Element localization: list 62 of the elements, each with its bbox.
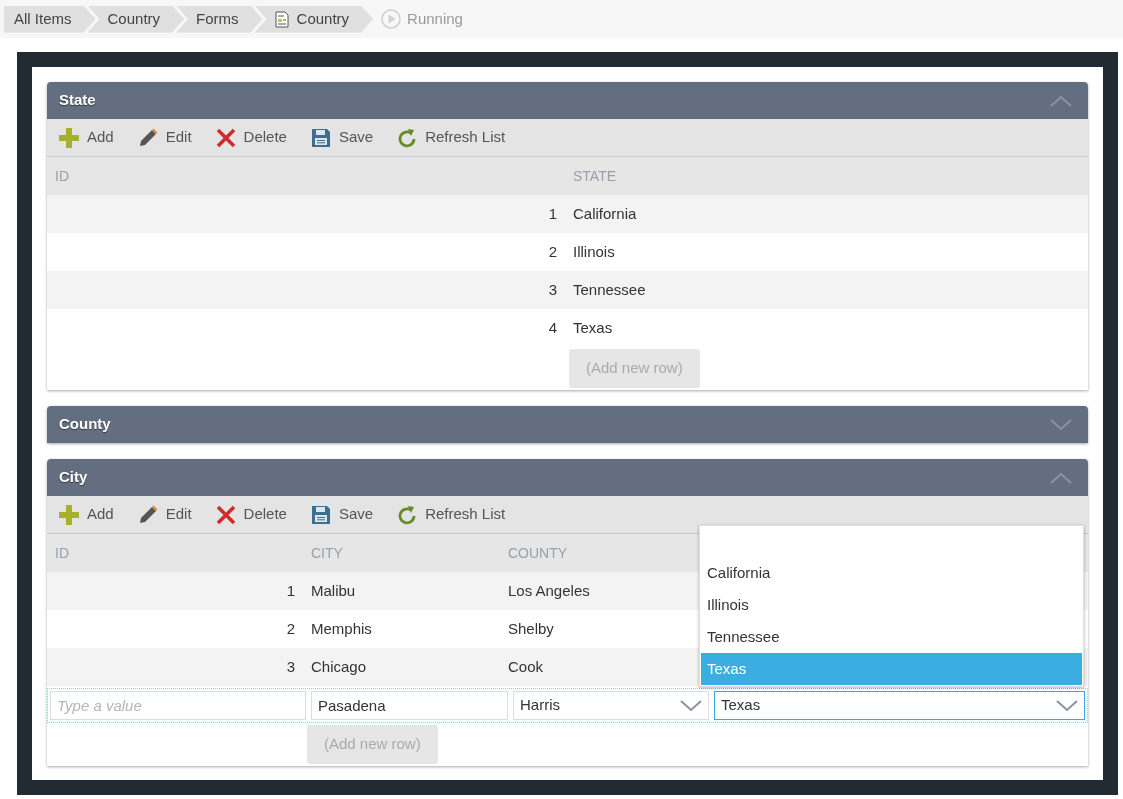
- panel-title: County: [59, 414, 111, 435]
- table-cell-text: 1: [286, 580, 296, 601]
- panel-header[interactable]: County: [47, 406, 1088, 443]
- table-cell-text: Memphis: [310, 618, 372, 639]
- x-icon: [215, 504, 236, 525]
- table-cell-text: Tennessee: [572, 279, 646, 300]
- breadcrumb-status: Running: [407, 8, 463, 29]
- column-header: ID: [54, 166, 69, 186]
- table-cell-text: Texas: [572, 317, 613, 338]
- text-field[interactable]: Type a value: [50, 691, 306, 720]
- toolbar-button[interactable]: Delete: [215, 503, 287, 526]
- refresh-icon: [397, 504, 418, 525]
- toolbar-button[interactable]: Refresh List: [397, 126, 506, 149]
- text-field[interactable]: Pasadena: [311, 691, 508, 720]
- breadcrumb-item[interactable]: Country: [254, 5, 374, 33]
- toolbar-button[interactable]: Add: [59, 126, 114, 149]
- column-header: COUNTY: [507, 543, 568, 563]
- table-cell-text: Malibu: [310, 580, 356, 601]
- toolbar-button[interactable]: Delete: [215, 126, 287, 149]
- plus-icon: [59, 504, 79, 525]
- table-cell-text: Shelby: [507, 618, 554, 639]
- panel-title: City: [59, 467, 88, 488]
- table-cell-text: Chicago: [310, 656, 367, 677]
- x-icon: [215, 127, 236, 148]
- column-header: ID: [54, 543, 69, 563]
- column-header: CITY: [310, 543, 343, 563]
- table-cell-text: 1: [548, 203, 558, 224]
- column-header: STATE: [572, 166, 617, 186]
- toolbar-button[interactable]: Save: [310, 503, 374, 526]
- chevron-down-icon: [1056, 699, 1078, 712]
- breadcrumb-item[interactable]: Country: [87, 5, 185, 33]
- refresh-icon: [397, 127, 418, 148]
- breadcrumb-item[interactable]: All Items: [4, 5, 96, 33]
- toolbar-button[interactable]: Refresh List: [397, 503, 506, 526]
- table-cell-text: Los Angeles: [507, 580, 590, 601]
- toolbar-button[interactable]: Edit: [137, 126, 192, 149]
- pencil-icon: [137, 127, 158, 148]
- form-icon: [274, 10, 289, 28]
- breadcrumb-item[interactable]: Forms: [176, 5, 263, 33]
- dropdown-field[interactable]: Harris: [513, 691, 709, 720]
- table-cell-text: 2: [548, 241, 558, 262]
- chevron-up-icon: [1050, 94, 1072, 107]
- panel-title: State: [59, 90, 96, 111]
- table-cell-text: California: [572, 203, 637, 224]
- table-cell-text: 4: [548, 317, 558, 338]
- plus-icon: [59, 127, 79, 148]
- panel-header[interactable]: City: [47, 459, 1088, 496]
- pencil-icon: [137, 504, 158, 525]
- toolbar-button[interactable]: Add: [59, 503, 114, 526]
- table-cell-text: Illinois: [572, 241, 615, 262]
- chevron-down-icon: [680, 699, 702, 712]
- table-cell-text: 3: [548, 279, 558, 300]
- table-cell-text: Cook: [507, 656, 544, 677]
- chevron-down-icon: [1050, 418, 1072, 431]
- play-icon: [381, 9, 402, 29]
- toolbar-button[interactable]: Edit: [137, 503, 192, 526]
- dropdown-field[interactable]: Texas: [714, 691, 1085, 720]
- chevron-up-icon: [1050, 471, 1072, 484]
- table-cell-text: 2: [286, 618, 296, 639]
- table-cell-text: 3: [286, 656, 296, 677]
- toolbar-button[interactable]: Save: [310, 126, 374, 149]
- panel-header[interactable]: State: [47, 82, 1088, 119]
